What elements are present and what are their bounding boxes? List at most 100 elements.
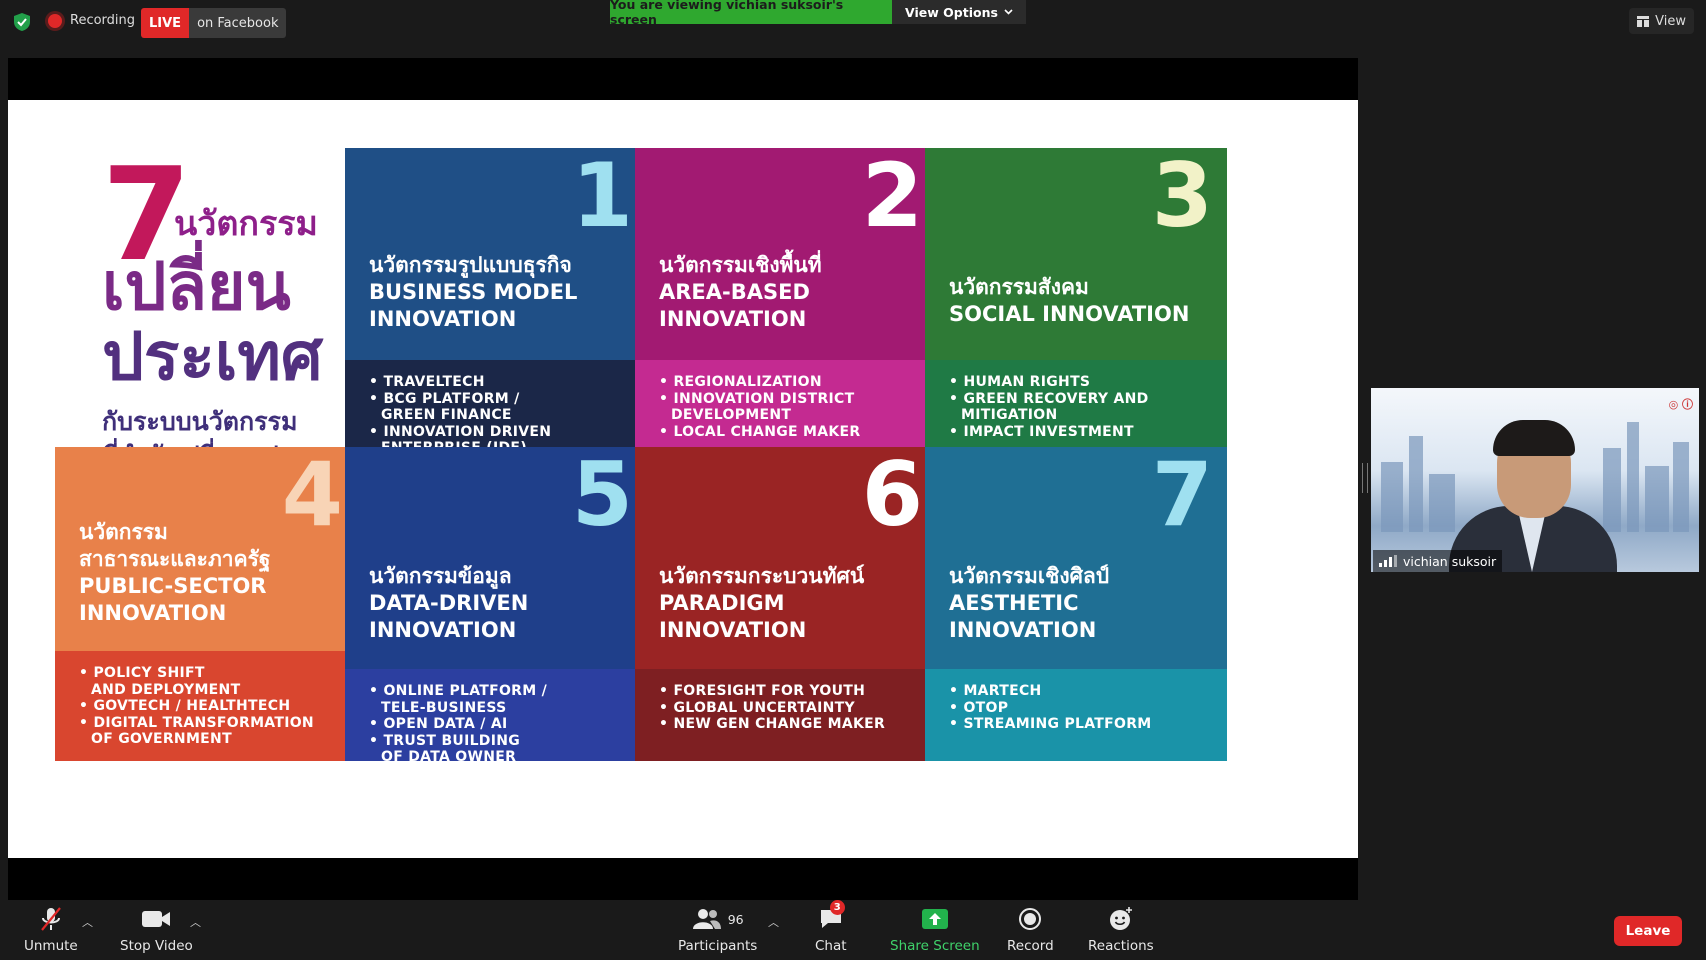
card-bullet-text: TRAVELTECH — [383, 374, 485, 390]
card-bullet-text: TELE-BUSINESS — [381, 699, 507, 716]
recording-label: Recording — [70, 13, 136, 28]
recording-indicator[interactable]: Recording — [48, 13, 135, 28]
innovation-card-1: 1 นวัตกรรมรูปแบบธุรกิจ BUSINESS MODEL INNOV… — [345, 148, 647, 462]
participants-button[interactable]: 96 Participants — [678, 906, 757, 954]
innovation-card-3: 3 นวัตกรรมสังคม SOCIAL INNOVATION HUMAN RIG… — [925, 148, 1227, 462]
card-bullet-text: LOCAL CHANGE MAKER — [673, 423, 861, 440]
card-heading-en1: PUBLIC-SECTOR — [79, 574, 267, 598]
unmute-button[interactable]: Unmute — [24, 906, 78, 954]
signal-strength-icon — [1379, 555, 1397, 567]
card-bullet-item: POLICY SHIFTAND DEPLOYMENT — [79, 665, 314, 698]
panel-resize-handle[interactable] — [1362, 463, 1368, 493]
card-heading-en1: PARADIGM — [659, 591, 785, 615]
share-screen-button[interactable]: Share Screen — [890, 906, 980, 954]
record-icon — [1019, 908, 1042, 930]
card-heading-en2: INNOVATION — [949, 618, 1097, 642]
card-number: 1 — [571, 148, 633, 247]
card-heading: นวัตกรรมกระบวนทัศน์ PARADIGM INNOVATION — [659, 563, 929, 644]
card-bullet-text: OPEN DATA / AI — [383, 716, 508, 732]
card-number: 7 — [1151, 447, 1213, 546]
card-number: 6 — [861, 447, 923, 546]
card-bullet-text: HUMAN RIGHTS — [963, 374, 1091, 390]
smiley-reaction-icon — [1109, 907, 1132, 930]
card-heading-thai: นวัตกรรมข้อมูล — [369, 564, 512, 588]
card-bullet-text: DEVELOPMENT — [671, 407, 792, 423]
reactions-label: Reactions — [1088, 938, 1154, 954]
card-bullet-text: GREEN FINANCE — [381, 407, 512, 423]
card-bullet-item: HUMAN RIGHTS — [949, 374, 1149, 391]
card-bullet-text: GOVTECH / HEALTHTECH — [93, 698, 291, 714]
stop-video-label: Stop Video — [120, 938, 193, 954]
live-tag: LIVE — [141, 8, 190, 38]
card-bullet-text: REGIONALIZATION — [673, 374, 822, 390]
card-heading: นวัตกรรมเชิงพื้นที่ AREA-BASED INNOVATION — [659, 252, 929, 333]
participant-name-tag: vichian suksoir — [1373, 550, 1503, 572]
card-heading-en2: INNOVATION — [369, 307, 517, 331]
card-bullet-item: GLOBAL UNCERTAINTY — [659, 700, 885, 717]
security-shield-icon[interactable] — [12, 12, 32, 32]
slide-title-line2: เปลี่ยน — [102, 248, 291, 325]
record-button[interactable]: Record — [1007, 906, 1054, 954]
chevron-down-icon — [1004, 9, 1013, 15]
participants-label: Participants — [678, 938, 758, 954]
view-options-label: View Options — [905, 4, 998, 20]
card-heading-en1: AREA-BASED — [659, 280, 810, 304]
muted-microphone-icon — [41, 907, 61, 931]
chat-unread-badge: 3 — [829, 900, 845, 915]
presentation-slide: 7 นวัตกรรม เปลี่ยน ประเทศ กับระบบนวัตกรร… — [8, 100, 1358, 858]
participants-options-chevron-icon[interactable]: ︿ — [768, 914, 779, 930]
card-bullet-text: INNOVATION DISTRICT — [673, 390, 855, 407]
video-camera-icon — [142, 911, 171, 927]
card-heading-en1: SOCIAL INNOVATION — [949, 302, 1190, 326]
card-bullet-item: BCG PLATFORM /GREEN FINANCE — [369, 391, 551, 424]
card-bullet-text: DIGITAL TRANSFORMATION — [93, 714, 314, 731]
card-heading-en2: INNOVATION — [79, 601, 227, 625]
card-heading-en1: AESTHETIC — [949, 591, 1079, 615]
card-bullet-item: GREEN RECOVERY ANDMITIGATION — [949, 391, 1149, 424]
innovation-card-6: 6 นวัตกรรมกระบวนทัศน์ PARADIGM INNOVATION FO… — [635, 447, 937, 761]
card-bullet-text: POLICY SHIFT — [93, 665, 205, 681]
card-heading-en2: INNOVATION — [659, 307, 807, 331]
participant-name: vichian suksoir — [1403, 553, 1497, 569]
card-bullet-list: MARTECHOTOPSTREAMING PLATFORM — [949, 683, 1152, 733]
card-heading-en1: BUSINESS MODEL — [369, 280, 578, 304]
card-bullet-item: OTOP — [949, 700, 1152, 717]
reactions-button[interactable]: Reactions — [1088, 906, 1154, 954]
card-bullet-text: MARTECH — [963, 683, 1042, 699]
card-bullet-text: AND DEPLOYMENT — [91, 681, 241, 698]
share-screen-icon — [921, 909, 948, 929]
view-button[interactable]: View — [1629, 8, 1694, 34]
slide-title-line1: นวัตกรรม — [174, 204, 318, 244]
card-bullet-item: LOCAL CHANGE MAKER — [659, 424, 861, 441]
card-bullet-text: NEW GEN CHANGE MAKER — [673, 716, 886, 732]
card-bullet-item: REGIONALIZATION — [659, 374, 861, 391]
slide-title-line3: ประเทศ — [102, 318, 323, 395]
chat-button[interactable]: 3 Chat — [815, 900, 847, 954]
card-bullet-item: OPEN DATA / AI — [369, 716, 547, 733]
card-bullet-item: TRUST BUILDINGOF DATA OWNER — [369, 733, 547, 762]
chat-label: Chat — [815, 938, 847, 954]
card-heading-en1: DATA-DRIVEN — [369, 591, 529, 615]
live-stream-indicator[interactable]: LIVE on Facebook — [141, 8, 287, 38]
card-bullet-list: TRAVELTECHBCG PLATFORM /GREEN FINANCEINN… — [369, 374, 551, 457]
stop-video-button[interactable]: Stop Video — [120, 906, 193, 954]
share-screen-label: Share Screen — [890, 938, 980, 954]
card-heading-thai: นวัตกรรมเชิงศิลป์ — [949, 564, 1110, 588]
view-options-button[interactable]: View Options — [892, 0, 1026, 24]
audio-options-chevron-icon[interactable]: ︿ — [82, 914, 93, 930]
card-bullet-text: TRUST BUILDING — [383, 732, 521, 749]
card-bullet-item: IMPACT INVESTMENT — [949, 424, 1149, 441]
card-bullet-item: INNOVATION DISTRICTDEVELOPMENT — [659, 391, 861, 424]
card-heading: นวัตกรรมเชิงศิลป์ AESTHETIC INNOVATION — [949, 563, 1219, 644]
card-bullet-text: INNOVATION DRIVEN — [383, 423, 552, 440]
video-options-chevron-icon[interactable]: ︿ — [190, 914, 201, 930]
card-bullet-text: OF DATA OWNER — [381, 749, 517, 761]
unmute-label: Unmute — [24, 938, 78, 954]
card-heading-thai2: สาธารณะและภาครัฐ — [79, 547, 271, 571]
view-label: View — [1655, 13, 1686, 29]
card-bullet-item: NEW GEN CHANGE MAKER — [659, 716, 885, 733]
participant-video-tile[interactable]: ◎ ⓘ vichian suksoir — [1371, 388, 1699, 572]
leave-button[interactable]: Leave — [1614, 916, 1682, 946]
meeting-toolbar: Unmute ︿ Stop Video ︿ 96 Participants ︿ … — [0, 900, 1706, 960]
innovation-card-2: 2 นวัตกรรมเชิงพื้นที่ AREA-BASED INNOVATION… — [635, 148, 937, 462]
